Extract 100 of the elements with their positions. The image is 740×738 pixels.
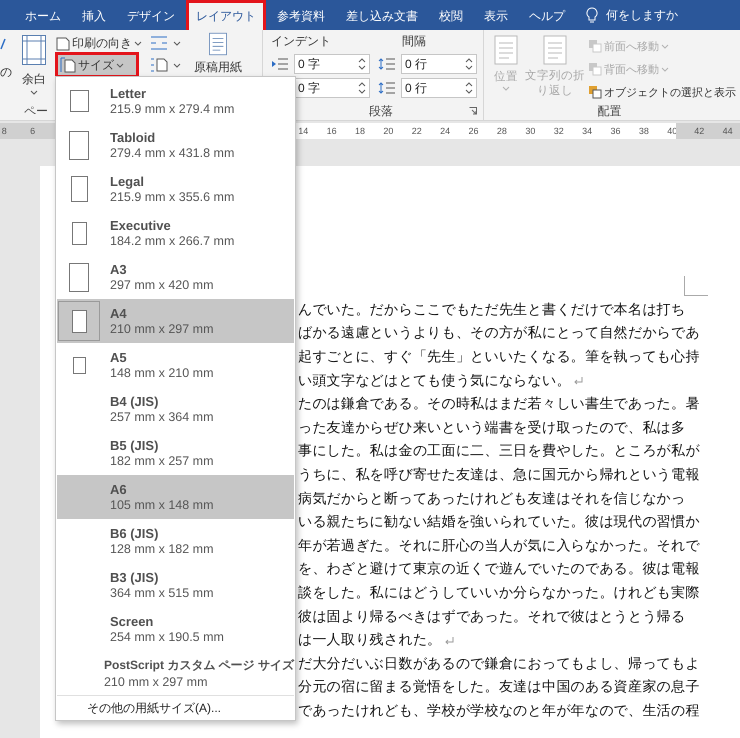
document-text-line: 年が若過ぎた。それに肝心の当人が気に入らなかった。それで — [298, 537, 700, 555]
lightbulb-icon — [586, 6, 598, 24]
paper-size-option[interactable]: A3 297 mm x 420 mm — [57, 255, 294, 299]
spacing-after-icon — [378, 80, 396, 96]
chevron-down-icon — [116, 62, 124, 68]
page-icon — [69, 130, 89, 160]
ribbon-tab[interactable]: レイアウト — [186, 0, 266, 30]
ribbon-tab[interactable]: 表示 — [474, 0, 518, 30]
ruler-number: 16 — [326, 126, 338, 136]
page-icon — [70, 90, 88, 112]
page-icon — [70, 176, 88, 202]
ruler-number: 32 — [552, 126, 565, 136]
indent-left-field[interactable]: 0 字 — [294, 54, 370, 74]
breaks-icon — [150, 58, 168, 72]
document-text-line: んでいた。だからここでもただ先生と書くだけで本名は打ち — [298, 302, 686, 319]
page-icon — [72, 310, 86, 332]
indent-label: インデント — [271, 33, 332, 50]
document-text-line: った友達からぜひ来いという端書を受け取ったので、私は多 — [298, 419, 686, 437]
chevron-down-icon — [134, 40, 142, 46]
paper-size-option[interactable]: A5 148 mm x 210 mm — [57, 343, 294, 387]
dialog-launcher-icon[interactable] — [469, 107, 477, 115]
paper-size-option[interactable]: B5 (JIS) 182 mm x 257 mm — [57, 431, 294, 475]
margins-icon — [22, 35, 46, 65]
ribbon-tab[interactable]: ホーム — [15, 0, 71, 30]
layers-icon — [588, 39, 602, 53]
ruler-number: 24 — [439, 126, 452, 136]
ribbon-tab[interactable]: デザイン — [117, 0, 185, 30]
document-text-line: い頭文字などはとても使う気にならない。 — [298, 372, 571, 390]
selection-pane-button[interactable]: オブジェクトの選択と表示 — [586, 82, 738, 102]
paper-size-option[interactable]: B4 (JIS) 257 mm x 364 mm — [57, 387, 294, 431]
paragraph-mark-icon — [572, 376, 584, 386]
tell-me-search[interactable]: 何をしますか — [606, 6, 678, 24]
more-paper-sizes-option[interactable]: その他の用紙サイズ(A)... — [57, 695, 294, 720]
document-text-line: であったけれども、学校が学校なのと年が年なので、生活の程 — [298, 702, 700, 720]
ruler-number: 30 — [524, 126, 536, 136]
margins-button[interactable]: 余白 — [18, 30, 50, 102]
page-icon — [72, 222, 86, 244]
paper-size-option[interactable]: Screen 254 mm x 190.5 mm — [57, 607, 294, 651]
indent-right-field[interactable]: 0 字 — [294, 78, 370, 98]
paper-size-option[interactable]: Legal 215.9 mm x 355.6 mm — [57, 167, 294, 211]
paper-size-option[interactable]: A6 105 mm x 148 mm — [57, 475, 294, 519]
ribbon-tab[interactable]: ヘルプ — [519, 0, 575, 30]
layers-icon — [588, 85, 602, 99]
document-text-line: たのは鎌倉である。その時私はまだ若々しい書生であった。暑 — [298, 396, 700, 414]
document-text-line: うちに、私を呼び寄せた友達は、急に国元から帰れという電報 — [298, 466, 700, 484]
spacing-before-field[interactable]: 0 行 — [401, 54, 477, 74]
ribbon-tab[interactable]: 差し込み文書 — [336, 0, 428, 30]
picture-page-icon — [493, 35, 519, 65]
ribbon-tab[interactable]: 挿入 — [72, 0, 116, 30]
size-button[interactable]: サイズ — [58, 55, 136, 75]
document-text-line: 彼は固より帰るべきはずであった。それで彼はとうとう帰る — [298, 608, 686, 626]
document-text-line: 分元の宿に留まる覚悟をした。友達は中国のある資産家の息子 — [298, 678, 700, 696]
page-icon — [69, 262, 89, 292]
document-text-line: 事にした。私は金の工面に二、三日を費やした。ところが私が — [298, 442, 700, 460]
layers-icon — [588, 62, 602, 76]
document-text-line: は一人取り残された。 — [298, 632, 442, 650]
ruler-number: 44 — [722, 126, 734, 136]
text-direction-label[interactable]: の — [0, 64, 12, 81]
spinner-icon — [465, 57, 473, 71]
orientation-button[interactable]: 印刷の向き — [54, 33, 150, 53]
spacing-before-icon — [378, 56, 396, 72]
chevron-down-icon — [661, 44, 669, 48]
chevron-down-icon — [661, 66, 669, 72]
group-label: 配置 — [596, 102, 622, 120]
ruler-number: 22 — [410, 126, 423, 136]
ruler-number: 36 — [609, 126, 622, 136]
spacing-label: 間隔 — [402, 33, 427, 50]
ruler-number: 20 — [382, 126, 394, 136]
paper-size-option[interactable]: A4 210 mm x 297 mm — [57, 299, 294, 343]
document-text-line: いる親たちに勧ない結婚を強いられていた。彼は現代の習慣か — [298, 514, 700, 532]
ribbon-tab[interactable]: 校閲 — [429, 0, 473, 30]
group-label: ペー — [24, 102, 48, 120]
indent-left-icon — [271, 57, 289, 71]
chevron-down-icon — [502, 86, 510, 91]
document-text-line: 起すごとに、すぐ「先生」といいたくなる。筆を執っても心持 — [298, 348, 700, 366]
paragraph-mark-icon — [444, 636, 454, 645]
paper-size-option[interactable]: Executive 184.2 mm x 266.7 mm — [57, 211, 294, 255]
paper-size-option[interactable]: B3 (JIS) 364 mm x 515 mm — [57, 563, 294, 607]
page-icon — [72, 356, 86, 374]
document-text-line: 病気だからと断ってあったけれども友達はそれを信じなかっ — [298, 490, 686, 508]
ribbon-tab[interactable]: 参考資料 — [267, 0, 335, 30]
margin-corner-mark — [684, 276, 708, 296]
ruler-number: 38 — [638, 126, 650, 136]
ruler-number: 34 — [581, 126, 594, 136]
ruler-number: 28 — [496, 126, 508, 136]
ruler-number: 8 — [0, 126, 8, 136]
paper-size-option[interactable]: PostScript カスタム ページ サイズ 210 mm x 297 mm — [57, 651, 294, 695]
spinner-icon — [465, 81, 473, 95]
ruler-number: 42 — [693, 126, 706, 136]
page-size-icon — [60, 57, 76, 73]
paper-size-option[interactable]: Tabloid 279.4 mm x 431.8 mm — [57, 123, 294, 167]
spacing-after-field[interactable]: 0 行 — [401, 78, 477, 98]
paper-size-option[interactable]: B6 (JIS) 128 mm x 182 mm — [57, 519, 294, 563]
document-text-line: 談をした。私にはどうしていいか分らなかった。けれども実際 — [298, 584, 700, 602]
document-text-line: を、わざと避けて東京の近くで遊んでいたのである。彼は電報 — [298, 560, 700, 578]
ruler-number: 18 — [354, 126, 366, 136]
page-icon — [56, 35, 70, 51]
ruler-number: 14 — [297, 126, 310, 136]
chevron-down-icon — [173, 62, 181, 68]
document-text-line: ばかる遠慮というよりも、その方が私にとって自然だからであ — [298, 324, 700, 342]
